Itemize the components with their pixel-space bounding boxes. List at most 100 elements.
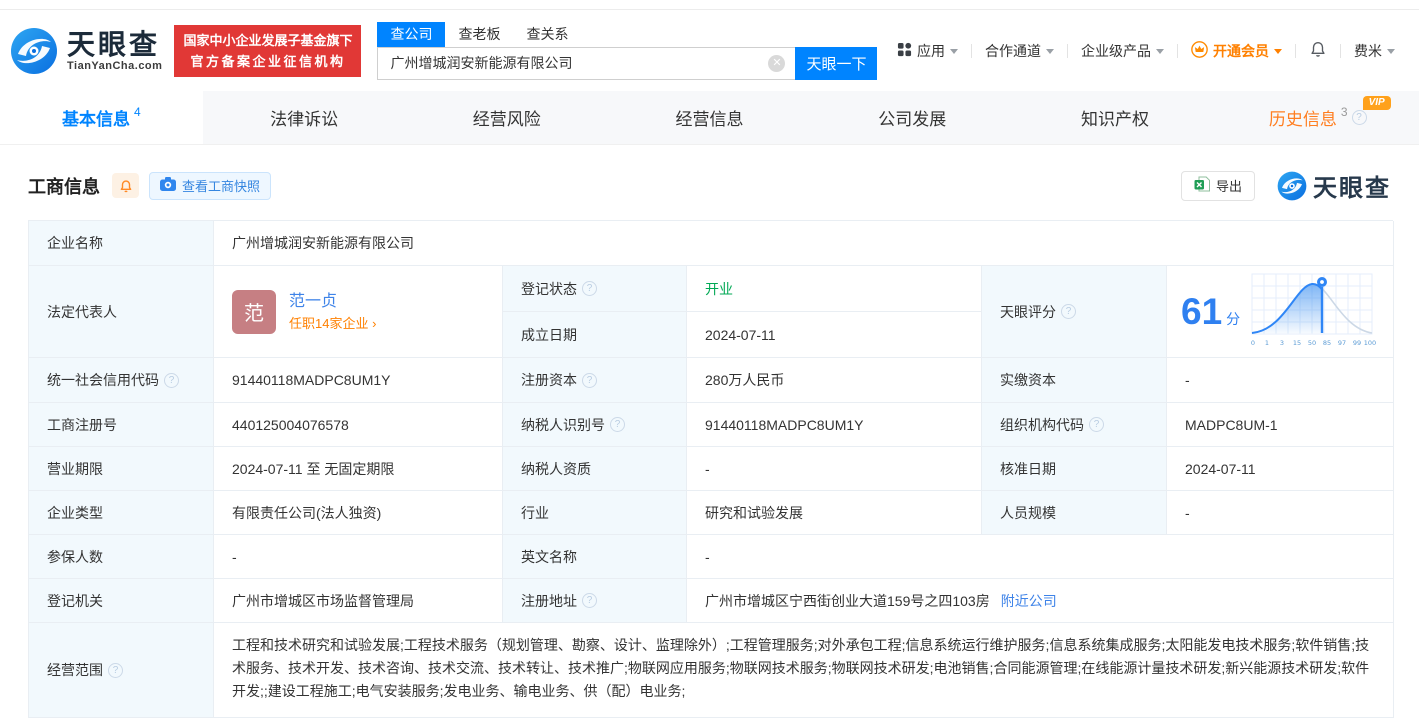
help-icon[interactable] [1061,304,1076,319]
staff-size-value: - [1167,491,1394,535]
top-nav: 应用 合作通道 企业级产品 开通会员 费米 [897,40,1395,61]
tab-history-info-label: 历史信息 [1268,110,1337,129]
chevron-down-icon [1274,49,1282,54]
nearby-companies-link[interactable]: 附近公司 [1001,591,1057,611]
address-value: 广州市增城区宁西街创业大道159号之四103房 附近公司 [687,579,1394,623]
monitor-bell-button[interactable] [112,173,139,198]
apps-grid-icon [897,42,912,60]
score-label-text: 天眼评分 [1000,303,1056,320]
establish-date-value: 2024-07-11 [687,312,982,358]
nav-apps[interactable]: 应用 [897,41,958,61]
chevron-down-icon [950,49,958,54]
svg-text:97: 97 [1338,339,1346,347]
approval-date-label: 核准日期 [982,447,1167,491]
nav-user-menu[interactable]: 费米 [1354,41,1395,61]
paid-capital-label: 实缴资本 [982,358,1167,403]
tab-operation-risk[interactable]: 经营风险 [405,91,608,144]
legal-rep-avatar[interactable]: 范 [232,289,276,334]
clear-search-icon[interactable]: ✕ [768,54,786,72]
nav-notifications[interactable] [1309,40,1327,61]
reg-status-value: 开业 [687,266,982,312]
legal-rep-cell: 范 范一贞 任职14家企业 › [214,266,503,358]
credit-code-value: 91440118MADPC8UM1Y [214,358,503,403]
approval-date-value: 2024-07-11 [1167,447,1394,491]
reg-number-value: 440125004076578 [214,403,503,447]
nav-open-vip[interactable]: 开通会员 [1191,40,1282,61]
tab-history-info[interactable]: VIP 历史信息 3 [1216,91,1419,144]
search-button[interactable]: 天眼一下 [795,46,878,80]
tianyancha-logo[interactable]: 天眼查 TianYanCha.com [10,27,162,75]
gov-certification-badge: 国家中小企业发展子基金旗下 官方备案企业征信机构 [174,24,362,77]
section-title: 工商信息 [28,176,100,197]
top-strip [0,0,1419,10]
company-name-label: 企业名称 [29,221,214,266]
nav-enterprise[interactable]: 企业级产品 [1081,41,1164,61]
help-icon[interactable] [1351,110,1367,125]
registry-label: 登记机关 [29,579,214,623]
tab-basic-info[interactable]: 基本信息 4 [0,91,203,144]
help-icon[interactable] [582,372,597,388]
registry-value: 广州市增城区市场监督管理局 [214,579,503,623]
tab-legal-litigation[interactable]: 法律诉讼 [203,91,406,144]
help-icon[interactable] [582,281,597,296]
paid-capital-value: - [1167,358,1394,403]
crown-icon [1191,40,1208,61]
taxpayer-quality-value: - [687,447,982,491]
search-tabs: 查公司 查老板 查关系 [377,21,877,47]
help-icon[interactable] [610,417,625,432]
nav-divider [1067,43,1068,58]
tab-legal-litigation-label: 法律诉讼 [270,110,339,129]
org-code-value: MADPC8UM-1 [1167,403,1394,447]
snapshot-button[interactable]: 查看工商快照 [149,171,272,200]
nav-partner[interactable]: 合作通道 [985,41,1054,61]
reg-status-text: 开业 [705,280,733,297]
tab-company-development[interactable]: 公司发展 [811,91,1014,144]
search-area: 查公司 查老板 查关系 ✕ 天眼一下 [377,21,878,80]
address-text: 广州市增城区宁西街创业大道159号之四103房 [705,592,990,609]
nav-username: 费米 [1354,42,1382,59]
company-name-value: 广州增城润安新能源有限公司 [214,221,1394,266]
score-value: 61 [1181,291,1223,332]
vip-badge: VIP [1362,96,1391,110]
nav-divider [1177,43,1178,58]
english-name-label: 英文名称 [503,535,687,579]
business-scope-label: 经营范围 [29,623,214,718]
search-input[interactable] [377,46,796,80]
tab-basic-info-label: 基本信息 [62,110,131,129]
help-icon[interactable] [164,372,179,388]
tab-operation-risk-label: 经营风险 [472,110,541,129]
legal-rep-positions-link[interactable]: 任职14家企业 › [289,314,376,334]
help-icon[interactable] [582,593,597,608]
establish-date-label: 成立日期 [503,312,687,358]
chevron-down-icon [1046,49,1054,54]
tab-intellectual-property[interactable]: 知识产权 [1014,91,1217,144]
search-tab-relation[interactable]: 查关系 [513,22,581,47]
insured-label: 参保人数 [29,535,214,579]
legal-rep-name-link[interactable]: 范一贞 [289,290,376,314]
score-distribution-chart: 0 1 3 15 50 85 97 99 100 [1248,270,1378,353]
camera-icon [160,177,176,194]
help-icon[interactable] [108,662,123,678]
industry-value: 研究和试验发展 [687,491,982,535]
taxpayer-id-value: 91440118MADPC8UM1Y [687,403,982,447]
org-code-label: 组织机构代码 [982,403,1167,447]
credit-code-label-text: 统一社会信用代码 [47,372,159,388]
reg-status-label: 登记状态 [503,266,687,312]
search-tab-company[interactable]: 查公司 [377,21,446,47]
english-name-value: - [687,535,1394,579]
svg-text:85: 85 [1323,339,1331,347]
company-type-label: 企业类型 [29,491,214,535]
nav-vip-label: 开通会员 [1213,42,1269,59]
score-cell[interactable]: 61 分 013 15 50 85 97 99 100 [1167,266,1394,358]
export-button[interactable]: 导出 [1180,170,1255,201]
nav-divider [1295,43,1296,58]
business-info-header: 工商信息 查看工商快照 导出 天眼查 [0,145,1419,220]
insured-value: - [214,535,503,579]
reg-capital-value: 280万人民币 [687,358,982,403]
chevron-down-icon [1156,49,1164,54]
business-info-table: 企业名称 广州增城润安新能源有限公司 法定代表人 范 范一贞 任职14家企业 ›… [28,220,1394,718]
search-tab-boss[interactable]: 查老板 [445,22,513,47]
help-icon[interactable] [1089,417,1104,432]
tab-operation-info-label: 经营信息 [675,110,744,129]
tab-operation-info[interactable]: 经营信息 [608,91,811,144]
